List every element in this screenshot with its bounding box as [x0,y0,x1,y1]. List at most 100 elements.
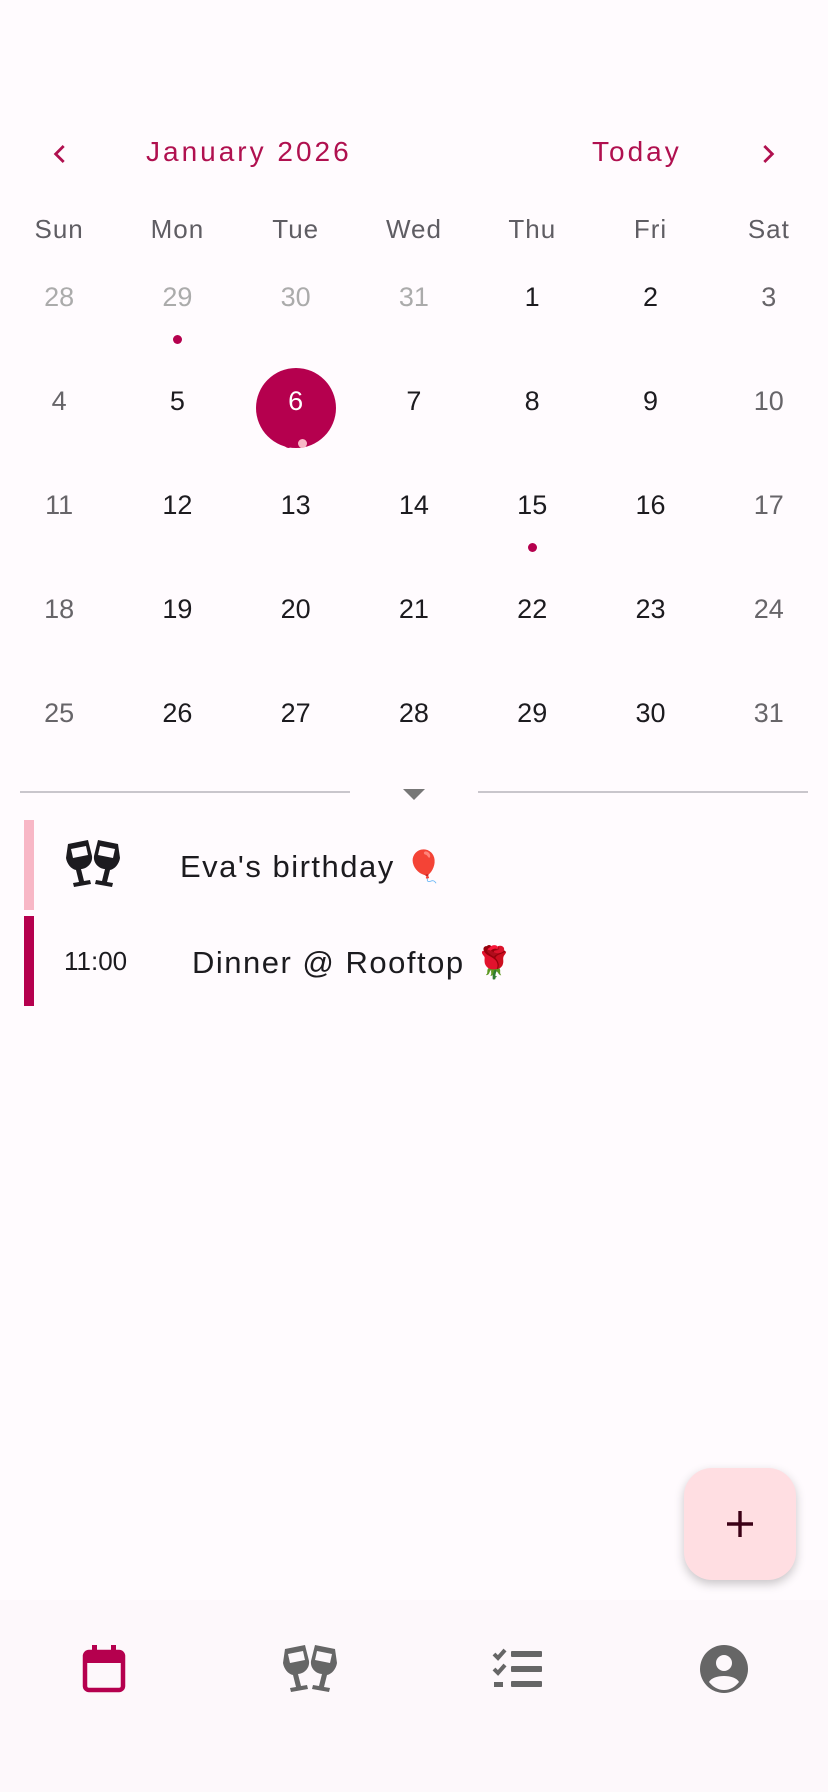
calendar-day[interactable]: 4 [0,356,118,460]
calendar-day[interactable]: 24 [710,564,828,668]
divider [20,791,350,793]
weekday-label: Wed [385,214,442,244]
weekday-label: Tue [272,214,320,244]
day-number: 31 [753,698,784,728]
day-number: 2 [642,282,658,312]
calendar-day[interactable]: 14 [355,460,473,564]
calendar-day[interactable]: 28 [0,252,118,356]
nav-tasks[interactable] [458,1624,578,1714]
event-dot [284,439,294,448]
weekday-label: Fri [633,214,668,244]
account-circle-icon [700,1645,748,1693]
calendar-day[interactable]: 16 [591,460,709,564]
calendar-day[interactable]: 25 [0,668,118,772]
calendar-grid: 28 29 30 31 1 2 3 4 5 6 7 8 9 10 11 12 13 14 15 16 17 18 19 20 2… [0,252,828,772]
day-number: 13 [280,490,311,520]
event-time: 11:00 [64,946,128,976]
day-number: 5 [169,386,185,416]
event-indicators [118,335,236,344]
event-title: Eva's birthday 🎈 [180,849,445,884]
calendar-day[interactable]: 13 [237,460,355,564]
event-item[interactable]: Eva's birthday 🎈 [24,820,804,910]
calendar-day[interactable]: 30 [237,252,355,356]
day-number: 4 [51,386,67,416]
calendar-day[interactable]: 31 [355,252,473,356]
day-number: 31 [398,282,429,312]
day-number: 28 [44,282,75,312]
day-number: 23 [635,594,666,624]
day-number: 21 [398,594,429,624]
day-number: 29 [517,698,548,728]
event-color-bar [24,916,34,1006]
nav-calendar[interactable] [44,1624,164,1714]
day-number: 20 [280,594,311,624]
calendar-day[interactable]: 3 [710,252,828,356]
event-item[interactable]: 11:00 Dinner @ Rooftop 🌹 [24,916,804,1006]
event-dot [527,543,537,552]
nav-celebrations[interactable] [250,1624,370,1714]
divider [478,791,808,793]
calendar-day[interactable]: 21 [355,564,473,668]
calendar-day[interactable]: 15 [473,460,591,564]
calendar-icon [82,1645,126,1693]
weekday-label: Mon [150,214,205,244]
day-number: 22 [517,594,548,624]
calendar-day[interactable]: 18 [0,564,118,668]
calendar-day[interactable]: 30 [591,668,709,772]
calendar-day[interactable]: 1 [473,252,591,356]
calendar-day[interactable]: 7 [355,356,473,460]
calendar-day[interactable]: 23 [591,564,709,668]
calendar-day[interactable]: 29 [118,252,236,356]
day-number: 8 [524,386,540,416]
event-indicators [237,439,355,448]
cheers-glasses-icon [283,1645,337,1692]
event-title: Dinner @ Rooftop 🌹 [192,945,515,980]
weekday-header-row: Sun Mon Tue Wed Thu Fri Sat [0,214,828,254]
day-number: 17 [753,490,784,520]
calendar-day[interactable]: 29 [473,668,591,772]
next-month-button[interactable] [736,122,800,186]
calendar-day[interactable]: 9 [591,356,709,460]
calendar-day[interactable]: 20 [237,564,355,668]
day-number: 24 [753,594,784,624]
day-number: 25 [44,698,75,728]
event-dot [172,335,182,344]
calendar-day-selected[interactable]: 6 [237,356,355,460]
day-number: 27 [280,698,311,728]
calendar-day[interactable]: 26 [118,668,236,772]
day-number: 18 [44,594,75,624]
bottom-navigation [0,1600,828,1792]
calendar-day[interactable]: 10 [710,356,828,460]
calendar-day[interactable]: 31 [710,668,828,772]
previous-month-button[interactable] [28,122,92,186]
day-number: 6 [288,386,304,416]
calendar-day[interactable]: 28 [355,668,473,772]
calendar-day[interactable]: 2 [591,252,709,356]
calendar-day[interactable]: 22 [473,564,591,668]
plus-icon [727,1511,753,1537]
day-number: 3 [761,282,777,312]
calendar-day[interactable]: 8 [473,356,591,460]
calendar-day[interactable]: 27 [237,668,355,772]
nav-profile[interactable] [664,1624,784,1714]
chevron-right-icon [763,144,775,164]
calendar-day[interactable]: 11 [0,460,118,564]
day-number: 28 [398,698,429,728]
chevron-left-icon [53,144,65,164]
day-number: 1 [524,282,540,312]
day-number: 10 [753,386,784,416]
calendar-day[interactable]: 5 [118,356,236,460]
calendar-day[interactable]: 17 [710,460,828,564]
day-number: 30 [635,698,666,728]
month-title[interactable]: January 2026 [146,136,352,168]
day-number: 15 [517,490,548,520]
weekday-label: Sun [34,214,84,244]
collapse-calendar-handle[interactable] [403,788,425,800]
today-button[interactable]: Today [592,136,682,168]
event-dot [298,439,308,448]
day-number: 11 [45,490,74,520]
day-number: 12 [162,490,193,520]
add-event-button[interactable] [684,1468,796,1580]
calendar-day[interactable]: 19 [118,564,236,668]
calendar-day[interactable]: 12 [118,460,236,564]
